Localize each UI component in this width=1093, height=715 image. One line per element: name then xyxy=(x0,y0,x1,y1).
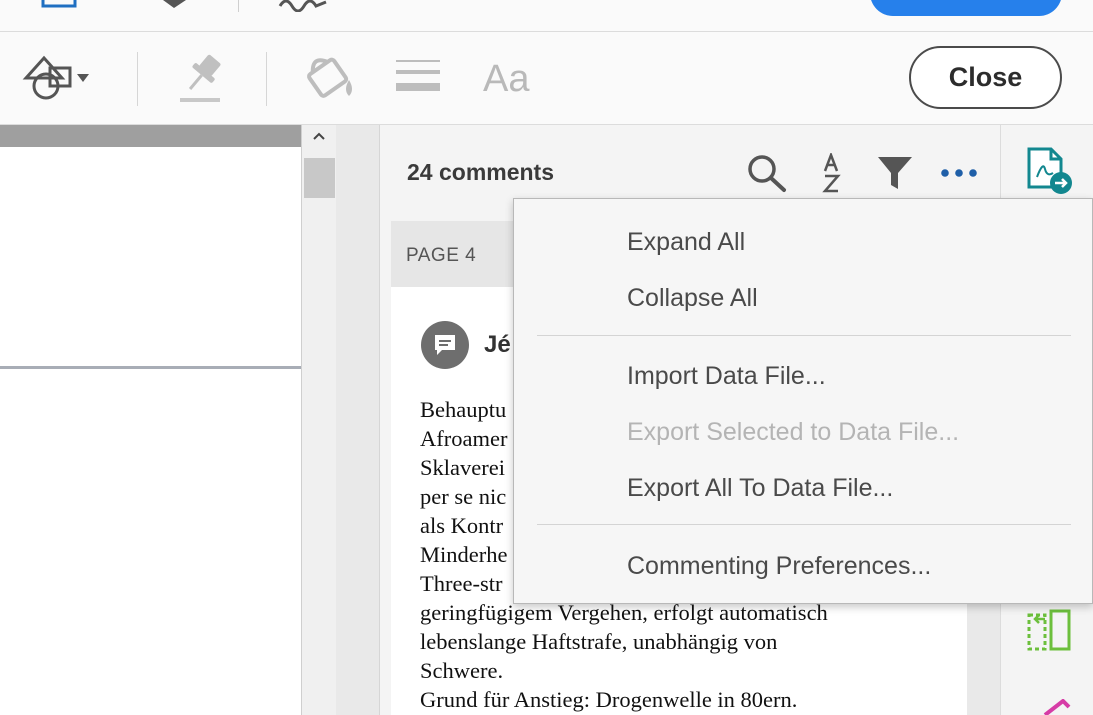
menu-item-export-selected: Export Selected to Data File... xyxy=(627,418,960,446)
pin-icon[interactable] xyxy=(176,52,226,104)
scroll-thumb[interactable] xyxy=(304,158,335,198)
cut-off-tag-icon[interactable] xyxy=(160,0,190,10)
filter-icon[interactable] xyxy=(876,155,914,191)
share-button[interactable] xyxy=(870,0,1062,16)
edit-pen-icon[interactable] xyxy=(1041,699,1071,715)
text-properties-button[interactable]: Aa xyxy=(483,58,529,101)
menu-item-expand-all[interactable]: Expand All xyxy=(627,228,745,257)
menu-divider xyxy=(537,524,1071,525)
comments-options-menu: Expand All Collapse All Import Data File… xyxy=(513,198,1093,604)
document-page[interactable] xyxy=(0,147,301,369)
document-scrollbar[interactable] xyxy=(301,125,336,715)
document-page-next[interactable] xyxy=(0,372,301,715)
menu-item-export-all[interactable]: Export All To Data File... xyxy=(627,474,893,503)
pane-gutter xyxy=(336,125,380,715)
comment-toolbar: Aa Close xyxy=(0,32,1093,125)
page-group-label: PAGE 4 xyxy=(406,245,477,266)
cut-off-sign-icon[interactable] xyxy=(276,0,332,12)
search-icon[interactable] xyxy=(746,153,788,193)
fill-bucket-icon[interactable] xyxy=(303,50,359,102)
menu-item-collapse-all[interactable]: Collapse All xyxy=(627,284,758,313)
menu-divider xyxy=(537,335,1071,336)
comment-line: lebenslange Haftstrafe, unabhängig von xyxy=(420,629,778,654)
comment-line: Schwere. xyxy=(420,658,504,683)
sort-az-icon[interactable] xyxy=(820,153,846,195)
organize-pages-icon[interactable] xyxy=(1027,609,1073,653)
scroll-up-arrow-icon[interactable] xyxy=(312,131,326,141)
shapes-icon[interactable] xyxy=(22,54,92,104)
speech-bubble-icon xyxy=(435,335,455,355)
menu-item-commenting-preferences[interactable]: Commenting Preferences... xyxy=(627,552,931,581)
document-page-edge xyxy=(0,125,301,147)
line-thickness-icon[interactable] xyxy=(396,58,442,98)
comment-avatar xyxy=(421,321,469,369)
comment-author: Jé xyxy=(484,331,511,358)
export-pdf-icon[interactable] xyxy=(1025,147,1075,197)
more-options-icon[interactable] xyxy=(938,165,982,181)
toolbar-divider xyxy=(238,0,239,12)
close-button[interactable]: Close xyxy=(909,46,1062,109)
top-toolbar xyxy=(0,0,1093,32)
comments-count: 24 comments xyxy=(407,159,555,185)
comment-line: Grund für Anstieg: Drogenwelle in 80ern. xyxy=(420,687,798,712)
toolbar-divider xyxy=(137,52,138,106)
menu-item-import-data-file[interactable]: Import Data File... xyxy=(627,362,826,391)
toolbar-divider xyxy=(266,52,267,106)
cut-off-page-icon[interactable] xyxy=(40,0,80,10)
